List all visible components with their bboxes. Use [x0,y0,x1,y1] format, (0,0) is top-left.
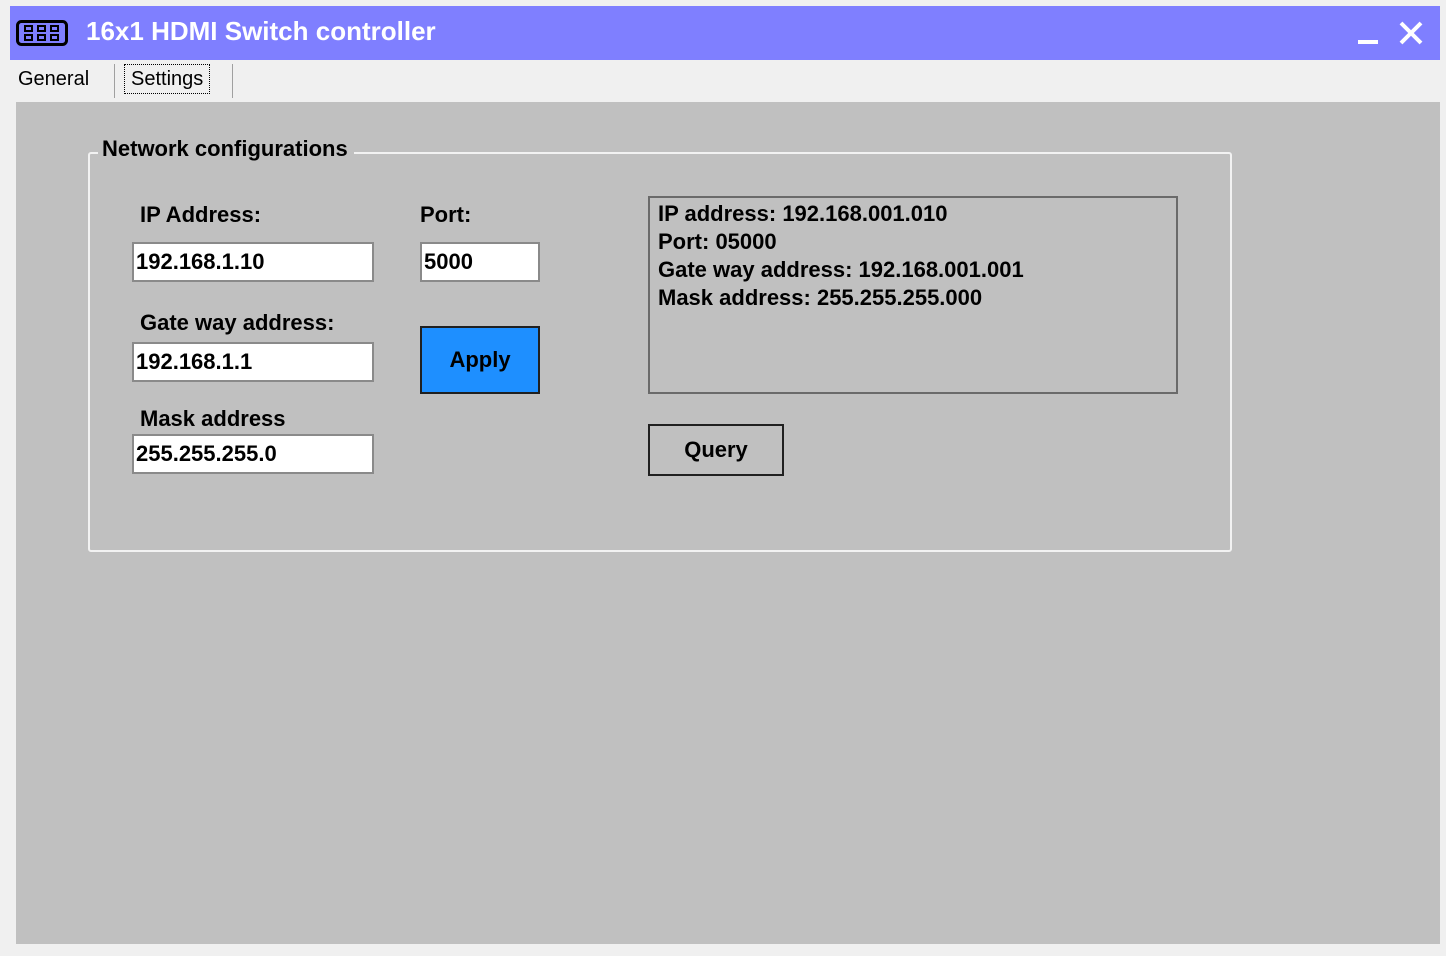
port-input[interactable] [420,242,540,282]
ip-address-input[interactable] [132,242,374,282]
title-bar: 16x1 HDMI Switch controller [10,6,1440,60]
readout-mask: Mask address: 255.255.255.000 [658,285,983,310]
readout-ip: IP address: 192.168.001.010 [658,201,948,226]
settings-panel: Network configurations IP Address: Port:… [16,102,1440,944]
group-title: Network configurations [98,136,354,162]
readout-gateway: Gate way address: 192.168.001.001 [658,257,1024,282]
window-title: 16x1 HDMI Switch controller [86,16,436,46]
close-icon[interactable] [1396,18,1426,48]
mask-address-input[interactable] [132,434,374,474]
gateway-address-input[interactable] [132,342,374,382]
network-configurations-group: Network configurations IP Address: Port:… [88,136,1232,552]
tab-divider [114,64,115,98]
app-window: 16x1 HDMI Switch controller General Sett… [10,6,1440,952]
readout-port: Port: 05000 [658,229,777,254]
tab-bar: General Settings [10,60,1440,100]
mask-address-label: Mask address [140,406,286,431]
query-button[interactable]: Query [648,424,784,476]
network-status-readout: IP address: 192.168.001.010 Port: 05000 … [648,196,1178,394]
apply-button[interactable]: Apply [420,326,540,394]
gateway-address-label: Gate way address: [140,310,335,335]
tab-general[interactable]: General [18,64,89,94]
port-label: Port: [420,202,472,227]
tab-divider [232,64,233,98]
hdmi-switch-icon [16,20,68,46]
tab-settings[interactable]: Settings [124,64,211,94]
minimize-icon[interactable] [1354,18,1384,48]
ip-address-label: IP Address: [140,202,262,227]
